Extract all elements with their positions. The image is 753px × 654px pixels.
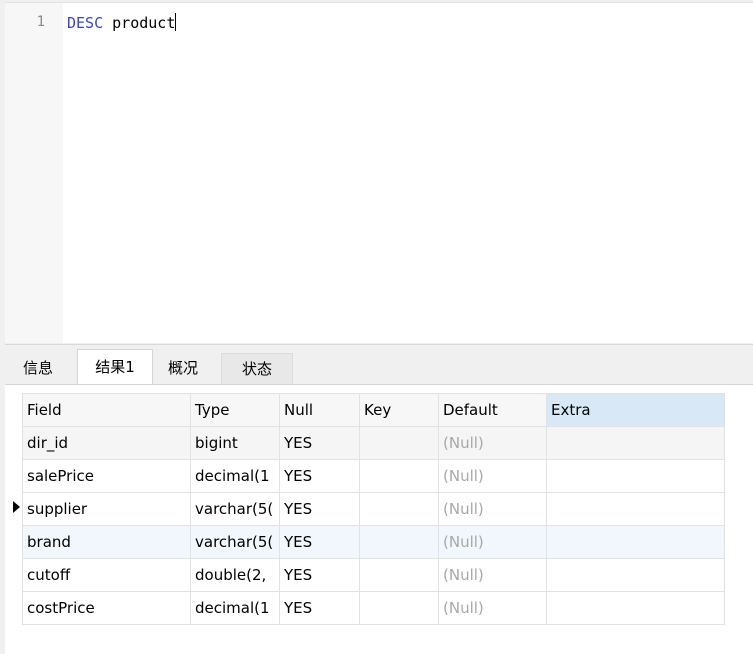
sql-editor[interactable]: 1 DESC product [5, 2, 753, 343]
grid-header-row: Field Type Null Key Default Extra [22, 393, 725, 427]
cell-key[interactable] [359, 591, 439, 625]
table-row[interactable]: salePrice decimal(1 YES (Null) [22, 459, 725, 493]
code-line[interactable]: DESC product [67, 12, 177, 34]
cell-default[interactable]: (Null) [438, 591, 547, 625]
cell-key[interactable] [359, 525, 439, 559]
cell-field[interactable]: dir_id [22, 426, 191, 460]
cell-null[interactable]: YES [279, 492, 360, 526]
column-header-key[interactable]: Key [359, 393, 439, 427]
table-row[interactable]: dir_id bigint YES (Null) [22, 426, 725, 460]
cell-key[interactable] [359, 492, 439, 526]
cell-null[interactable]: YES [279, 591, 360, 625]
table-row-hovered[interactable]: brand varchar(5( YES (Null) [22, 525, 725, 559]
column-header-type[interactable]: Type [190, 393, 280, 427]
text-caret [175, 13, 177, 31]
cell-null[interactable]: YES [279, 558, 360, 592]
line-number-gutter: 1 [5, 3, 63, 343]
result-panel: Field Type Null Key Default Extra dir_id… [5, 384, 753, 654]
cell-type[interactable]: varchar(5( [190, 492, 280, 526]
cell-type[interactable]: double(2, [190, 558, 280, 592]
column-header-field[interactable]: Field [22, 393, 191, 427]
cell-default[interactable]: (Null) [438, 525, 547, 559]
line-number: 1 [36, 14, 45, 30]
cell-field[interactable]: brand [22, 525, 191, 559]
sql-identifier: product [112, 14, 176, 32]
cell-null[interactable]: YES [279, 525, 360, 559]
cell-default[interactable]: (Null) [438, 459, 547, 493]
cell-extra[interactable] [546, 426, 725, 460]
cell-field[interactable]: costPrice [22, 591, 191, 625]
cell-default[interactable]: (Null) [438, 426, 547, 460]
tab-result-1[interactable]: 结果1 [77, 349, 153, 386]
table-row-current[interactable]: supplier varchar(5( YES (Null) [22, 492, 725, 526]
column-header-extra[interactable]: Extra [546, 393, 725, 427]
table-row[interactable]: cutoff double(2, YES (Null) [22, 558, 725, 592]
cell-field[interactable]: salePrice [22, 459, 191, 493]
cell-extra[interactable] [546, 591, 725, 625]
cell-default[interactable]: (Null) [438, 558, 547, 592]
cell-type[interactable]: varchar(5( [190, 525, 280, 559]
cell-null[interactable]: YES [279, 459, 360, 493]
cell-extra[interactable] [546, 492, 725, 526]
tab-profile[interactable]: 概况 [153, 353, 213, 384]
cell-key[interactable] [359, 459, 439, 493]
result-tabs: 信息 结果1 概况 状态 [5, 344, 753, 386]
sql-keyword: DESC [67, 14, 104, 32]
tab-status[interactable]: 状态 [221, 353, 293, 385]
cell-type[interactable]: bigint [190, 426, 280, 460]
cell-null[interactable]: YES [279, 426, 360, 460]
column-header-null[interactable]: Null [279, 393, 360, 427]
cell-default[interactable]: (Null) [438, 492, 547, 526]
cell-field[interactable]: cutoff [22, 558, 191, 592]
tab-info[interactable]: 信息 [9, 353, 67, 384]
result-grid[interactable]: Field Type Null Key Default Extra dir_id… [22, 393, 725, 625]
cell-key[interactable] [359, 558, 439, 592]
cell-type[interactable]: decimal(1 [190, 591, 280, 625]
cell-extra[interactable] [546, 459, 725, 493]
cell-extra[interactable] [546, 525, 725, 559]
cell-key[interactable] [359, 426, 439, 460]
table-row[interactable]: costPrice decimal(1 YES (Null) [22, 591, 725, 625]
cell-field[interactable]: supplier [22, 492, 191, 526]
cell-extra[interactable] [546, 558, 725, 592]
cell-type[interactable]: decimal(1 [190, 459, 280, 493]
column-header-default[interactable]: Default [438, 393, 547, 427]
current-row-arrow-icon [13, 501, 20, 513]
